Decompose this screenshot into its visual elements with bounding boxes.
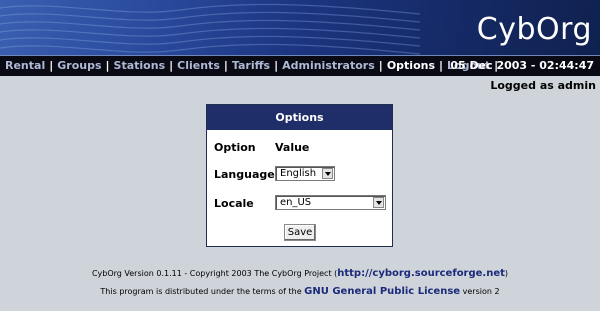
locale-select-value: en_US [280,197,312,208]
main-nav: Rental | Groups | Stations | Clients | Tariffs | A… [0,55,600,76]
language-select[interactable]: English [275,166,335,181]
language-label: Language [214,168,275,181]
language-select-value: English [280,168,317,179]
nav-item-options[interactable]: Options [387,59,435,72]
nav-separator: | [105,59,110,72]
footer-copyright-suffix: ) [504,269,509,278]
save-button[interactable]: Save [284,224,316,241]
footer-license: This program is distributed under the te… [0,286,600,297]
column-header-option: Option [214,141,256,154]
nav-separator: | [378,59,383,72]
nav-separator: | [439,59,444,72]
footer-copyright-text: CybOrg Version 0.1.11 - Copyright 2003 T… [91,269,338,278]
options-panel: Options Option Value Language English Lo… [206,104,393,247]
nav-item-stations[interactable]: Stations [114,59,166,72]
footer-license-text: This program is distributed under the te… [100,287,305,296]
logged-as-status: Logged as admin [490,79,596,92]
column-header-value: Value [275,141,310,154]
nav-item-groups[interactable]: Groups [57,59,101,72]
nav-separator: | [223,59,228,72]
nav-item-tariffs[interactable]: Tariffs [232,59,270,72]
chevron-down-icon [373,197,384,208]
nav-separator: | [274,59,279,72]
datetime: 05 Dec 2003 - 02:44:47 [450,59,594,72]
nav-separator: | [169,59,174,72]
chevron-down-icon [322,168,333,179]
gpl-link[interactable]: GNU General Public License [304,286,460,297]
footer-copyright: CybOrg Version 0.1.11 - Copyright 2003 T… [0,268,600,279]
nav-item-administrators[interactable]: Administrators [282,59,375,72]
nav-items: Rental | Groups | Stations | Clients | Tariffs | A… [5,56,502,75]
footer-license-suffix: version 2 [460,287,500,296]
nav-item-clients[interactable]: Clients [177,59,220,72]
header-banner: CybOrg [0,0,600,55]
app-logo: CybOrg [476,12,592,47]
panel-title: Options [207,105,392,130]
nav-item-rental[interactable]: Rental [5,59,45,72]
nav-separator: | [49,59,54,72]
project-link[interactable]: http://cyborg.sourceforge.net [337,268,505,279]
decorative-waves [0,3,420,55]
locale-label: Locale [214,197,254,210]
locale-select[interactable]: en_US [275,195,386,210]
